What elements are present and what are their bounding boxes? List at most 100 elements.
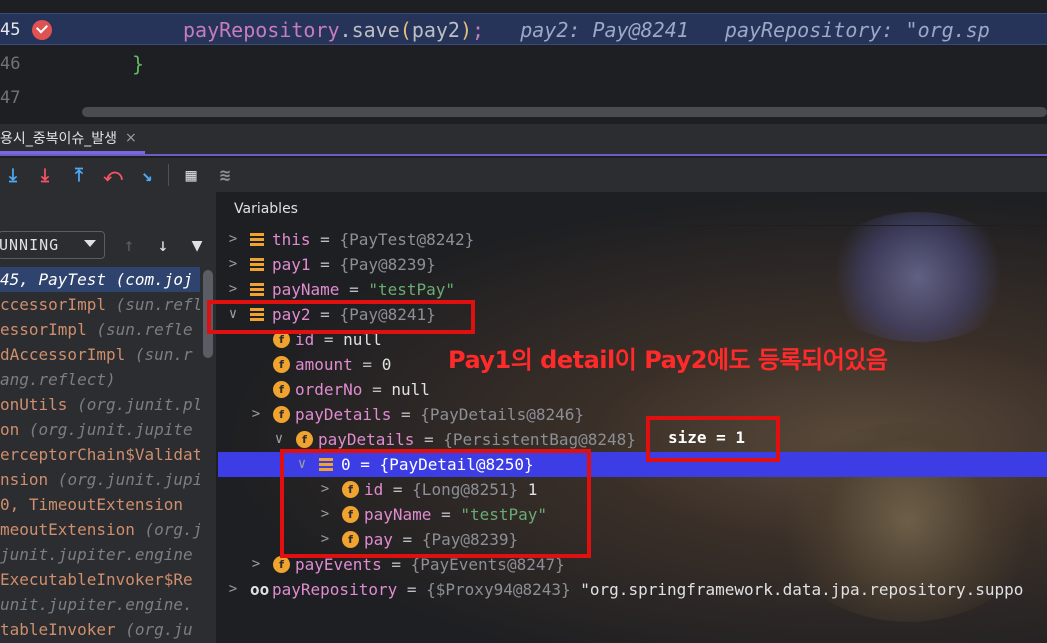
drop-frame-button[interactable]: ⤺ xyxy=(100,162,126,188)
evaluate-icon: ▦ xyxy=(185,164,197,186)
frame-item[interactable]: meoutExtension (org.j xyxy=(0,517,200,542)
variable-icon xyxy=(250,233,264,246)
variable-row[interactable]: f orderNo = null xyxy=(218,377,1047,402)
frame-context: junit.jupiter.engine xyxy=(0,545,193,564)
variable-name: payDetails xyxy=(295,405,392,424)
frame-item[interactable]: ExecutableInvoker$Re xyxy=(0,567,200,592)
variable-row[interactable]: > this = {PayTest@8242} xyxy=(218,227,1047,252)
variable-eq: = xyxy=(414,430,444,449)
variable-row[interactable]: > pay1 = {Pay@8239} xyxy=(218,252,1047,277)
tab-label: 용시_중복이슈_발생 xyxy=(0,130,118,147)
highlight-paydetail xyxy=(280,449,591,558)
variable-eq: = xyxy=(397,580,427,599)
highlight-pay2 xyxy=(207,300,475,334)
inline-value-hint: pay2: Pay@8241 xyxy=(520,18,689,42)
close-icon[interactable]: × xyxy=(125,130,137,146)
frame-context: unit.jupiter.engine. xyxy=(0,595,193,614)
filter-button[interactable]: ▼ xyxy=(186,234,208,256)
frame-method: dAccessorImpl xyxy=(0,345,126,364)
annotation-note: Pay1의 detail이 Pay2에도 등록되어있음 xyxy=(448,346,888,374)
size-label: size = 1 xyxy=(668,428,746,447)
variable-eq: = xyxy=(310,255,340,274)
variable-row[interactable]: > f payDetails = {PayDetails@8246} xyxy=(218,402,1047,427)
chevron-right-icon[interactable]: > xyxy=(226,277,240,302)
frame-method: onUtils xyxy=(0,395,68,414)
chevron-right-icon[interactable]: > xyxy=(226,577,240,602)
frame-item[interactable]: ang.reflect) xyxy=(0,367,200,392)
frame-item[interactable]: unit.jupiter.engine. xyxy=(0,592,200,617)
frame-item[interactable]: junit.jupiter.engine xyxy=(0,542,200,567)
variable-row[interactable]: > payName = "testPay" xyxy=(218,277,1047,302)
drop-frame-icon: ⤺ xyxy=(103,164,123,186)
frame-context: ang.reflect) xyxy=(0,370,116,389)
frame-item[interactable]: 0, TimeoutExtension xyxy=(0,492,200,517)
chevron-right-icon[interactable]: > xyxy=(226,252,240,277)
tab-debug-session[interactable]: 용시_중복이슈_발생 × xyxy=(0,124,145,154)
step-over-button[interactable]: ⤓ xyxy=(0,162,26,188)
variable-text: this = {PayTest@8242} xyxy=(272,227,474,252)
frame-context: (sun.r xyxy=(125,345,193,364)
frame-item[interactable]: on (org.junit.jupite xyxy=(0,417,200,442)
frame-item[interactable]: onUtils (org.junit.pl xyxy=(0,392,200,417)
field-icon: f xyxy=(273,381,290,398)
breakpoint-hit-icon[interactable] xyxy=(32,20,52,40)
frame-method: tableInvoker xyxy=(0,620,116,639)
frame-context: (org.junit.pl xyxy=(67,395,200,414)
variable-str: "testPay" xyxy=(368,280,456,299)
variable-icon xyxy=(250,258,264,271)
variable-text: payName = "testPay" xyxy=(272,277,455,302)
frame-up-button[interactable]: ↑ xyxy=(118,234,140,256)
filter-icon: ▼ xyxy=(191,234,203,256)
code-editor[interactable]: 45 payRepository.save(pay2); pay2: Pay@8… xyxy=(0,0,1047,124)
variables-panel: Variables > this = {PayTest@8242} > pay1 = … xyxy=(218,192,1047,643)
line-number: 45 xyxy=(0,20,21,40)
evaluate-button[interactable]: ▦ xyxy=(178,162,204,188)
variable-eq: = xyxy=(339,280,369,299)
frame-list: 45, PayTest (com.joj ccessorImpl (sun.ref… xyxy=(0,267,200,642)
frame-item[interactable]: 45, PayTest (com.joj xyxy=(0,267,200,292)
step-into-button[interactable]: ⤓ xyxy=(32,162,58,188)
frame-method: 0, TimeoutExtension xyxy=(0,495,184,514)
inline-value-hint: payRepository: "org.sp xyxy=(724,18,990,42)
variable-name: amount xyxy=(295,355,353,374)
variables-header: Variables xyxy=(218,192,1047,226)
variable-ref: {PayTest@8242} xyxy=(339,230,475,249)
current-line[interactable]: 45 payRepository.save(pay2); pay2: Pay@8… xyxy=(0,13,1047,45)
variable-plain: "org.springframework.data.jpa.repository… xyxy=(570,580,1024,599)
thread-state: UNNING xyxy=(0,236,60,254)
field-icon: f xyxy=(273,356,290,373)
run-to-cursor-icon: ↘ xyxy=(141,164,153,186)
step-out-button[interactable]: ⤒ xyxy=(66,162,92,188)
frame-context: (sun.refle xyxy=(115,295,200,314)
debug-toolbar: ⤓ ⤓ ⤒ ⤺ ↘ ▦ ≋ xyxy=(0,158,1047,192)
variable-row[interactable]: > oo payRepository = {$Proxy94@8243} "org.… xyxy=(218,577,1047,602)
variable-eq: = xyxy=(362,380,392,399)
chevron-right-icon[interactable]: > xyxy=(226,227,240,252)
trace-icon: ≋ xyxy=(219,164,231,186)
trace-button[interactable]: ≋ xyxy=(212,162,238,188)
frame-item[interactable]: dAccessorImpl (sun.r xyxy=(0,342,200,367)
line-number: 46 xyxy=(0,54,21,74)
horizontal-scrollbar[interactable] xyxy=(82,107,1047,117)
frame-item[interactable]: tableInvoker (org.ju xyxy=(0,617,200,642)
frame-context: (org.j xyxy=(134,520,200,539)
variable-name: payRepository xyxy=(272,580,398,599)
variable-ref: {PersistentBag@8248} xyxy=(443,430,636,449)
frame-item[interactable]: erceptorChain$Validat xyxy=(0,442,200,467)
frame-item[interactable]: essorImpl (sun.refle xyxy=(0,317,200,342)
variable-name: payDetails xyxy=(318,430,415,449)
frame-method: meoutExtension xyxy=(0,520,135,539)
frame-context: (sun.refle xyxy=(86,320,193,339)
frame-context: (com.joj xyxy=(105,270,193,289)
variable-icon xyxy=(250,283,264,296)
thread-selector[interactable]: UNNING xyxy=(0,231,105,259)
frame-down-button[interactable]: ↓ xyxy=(152,234,174,256)
chevron-right-icon[interactable]: > xyxy=(249,552,263,577)
variable-text: orderNo = null xyxy=(295,377,430,402)
chevron-right-icon[interactable]: > xyxy=(249,402,263,427)
code-line: 46 } xyxy=(0,48,1047,80)
frame-item[interactable]: ccessorImpl (sun.refle xyxy=(0,292,200,317)
frame-item[interactable]: nsion (org.junit.jupi xyxy=(0,467,200,492)
variable-ref: {$Proxy94@8243} xyxy=(426,580,571,599)
run-to-cursor-button[interactable]: ↘ xyxy=(134,162,160,188)
